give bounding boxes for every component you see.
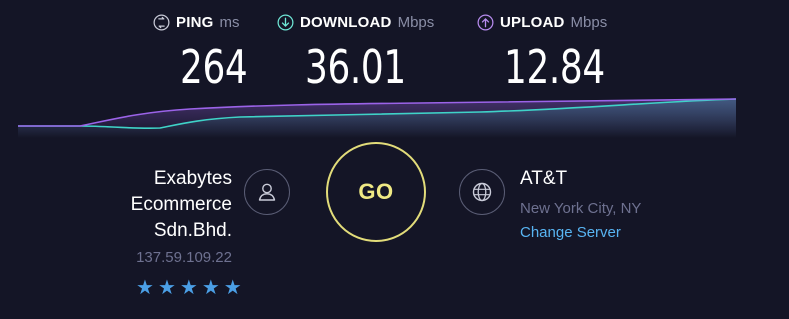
server-location: New York City, NY xyxy=(520,200,642,217)
star-icon[interactable]: ★ xyxy=(136,278,154,298)
upload-unit: Mbps xyxy=(570,14,608,31)
isp-rating-stars[interactable]: ★ ★ ★ ★ ★ xyxy=(136,278,242,298)
ping-metric: PING ms 264 xyxy=(153,14,248,94)
ping-icon xyxy=(153,14,170,31)
upload-arrow-icon xyxy=(477,14,494,31)
download-value: 36.01 xyxy=(305,40,406,94)
upload-value: 12.84 xyxy=(504,40,605,94)
download-arrow-icon xyxy=(277,14,294,31)
isp-ip-address: 137.59.109.22 xyxy=(136,249,232,266)
upload-header: UPLOAD Mbps xyxy=(477,14,607,31)
ping-value: 264 xyxy=(180,40,248,94)
star-icon[interactable]: ★ xyxy=(202,278,220,298)
server-globe-button[interactable] xyxy=(459,169,505,215)
go-button[interactable]: GO xyxy=(326,142,426,242)
star-icon[interactable]: ★ xyxy=(224,278,242,298)
speedtest-panel: PING ms 264 DOWNLOAD Mbps 36.01 UPLOAD M… xyxy=(0,0,789,319)
speed-graph xyxy=(18,98,737,138)
server-info: AT&T New York City, NY Change Server xyxy=(520,168,641,242)
upload-label: UPLOAD xyxy=(500,14,565,31)
server-name: AT&T xyxy=(520,168,568,189)
ping-unit: ms xyxy=(219,14,240,31)
globe-icon xyxy=(472,182,492,202)
isp-name-line3: Sdn.Bhd. xyxy=(153,220,232,241)
download-label: DOWNLOAD xyxy=(300,14,392,31)
user-icon xyxy=(258,183,276,201)
change-server-link[interactable]: Change Server xyxy=(520,224,621,242)
isp-name-line2: Ecommerce xyxy=(130,194,232,215)
isp-user-button[interactable] xyxy=(244,169,290,215)
isp-name-line1: Exabytes xyxy=(153,168,232,189)
star-icon[interactable]: ★ xyxy=(158,278,176,298)
ping-header: PING ms xyxy=(153,14,239,31)
go-label: GO xyxy=(358,179,394,204)
star-icon[interactable]: ★ xyxy=(180,278,198,298)
download-header: DOWNLOAD Mbps xyxy=(277,14,434,31)
download-unit: Mbps xyxy=(397,14,435,31)
upload-metric: UPLOAD Mbps 12.84 xyxy=(477,14,607,94)
isp-info: Exabytes Ecommerce Sdn.Bhd. 137.59.109.2… xyxy=(100,166,232,267)
ping-label: PING xyxy=(176,14,214,31)
download-metric: DOWNLOAD Mbps 36.01 xyxy=(277,14,434,94)
